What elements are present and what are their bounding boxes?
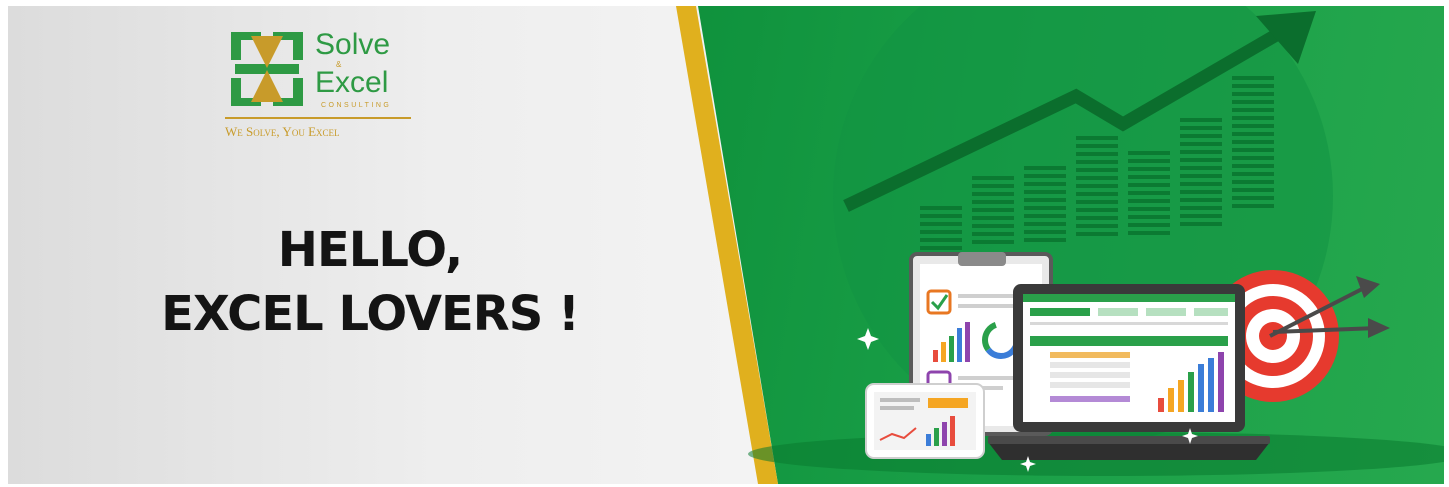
logo-excel-text: Excel — [315, 66, 389, 99]
headline: HELLO, EXCEL LOVERS ! — [150, 218, 590, 346]
arrow-fletch — [1356, 276, 1380, 298]
arrow-fletch — [1368, 318, 1390, 338]
logo-divider — [225, 117, 411, 119]
bg-bar — [972, 176, 1014, 244]
logo-mark-icon — [231, 32, 303, 106]
hero-banner: Solve & Excel CONSULTING We Solve, You E… — [8, 6, 1444, 484]
logo-tagline: We Solve, You Excel — [225, 124, 340, 139]
logo-subtitle: CONSULTING — [321, 102, 392, 109]
company-logo: Solve & Excel CONSULTING We Solve, You E… — [221, 26, 421, 146]
headline-line-2: EXCEL LOVERS ! — [161, 286, 580, 342]
headline-line-1: HELLO, — [277, 222, 463, 278]
bg-bar — [1232, 76, 1274, 208]
logo-solve-text: Solve — [315, 28, 391, 61]
tablet-icon — [865, 383, 985, 459]
